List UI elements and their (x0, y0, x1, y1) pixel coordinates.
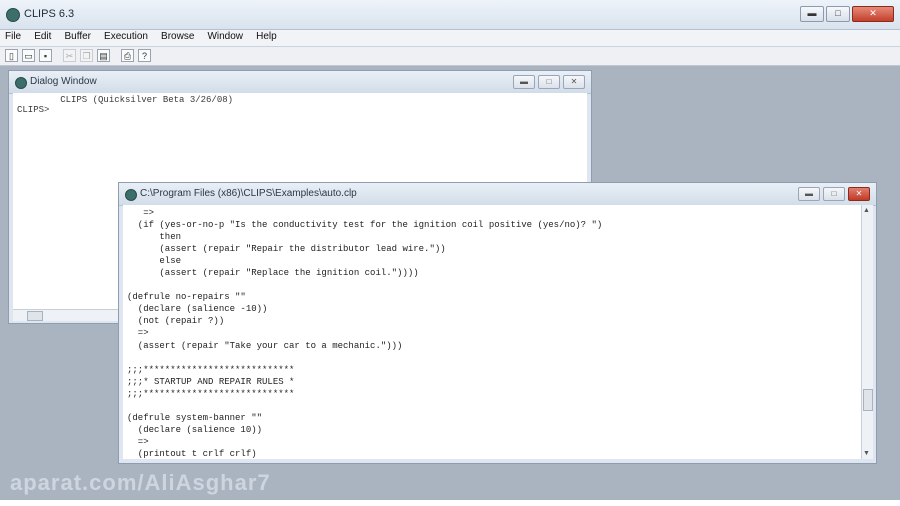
clips-app-window: CLIPS 6.3 ▬ □ ✕ File Edit Buffer Executi… (0, 0, 900, 500)
menu-edit[interactable]: Edit (29, 30, 56, 42)
dialog-title: Dialog Window (30, 76, 97, 87)
watermark: aparat.com/AliAsghar7 (10, 470, 271, 495)
scroll-down-arrow-icon[interactable]: ▼ (863, 450, 870, 457)
menu-window[interactable]: Window (202, 30, 248, 42)
paste-icon[interactable]: ▤ (97, 49, 110, 62)
editor-minimize-button[interactable]: ▬ (798, 187, 820, 201)
dialog-window-controls: ▬ □ ✕ (513, 75, 585, 89)
scrollbar-thumb[interactable] (863, 389, 873, 411)
menu-file[interactable]: File (0, 30, 26, 42)
menu-browse[interactable]: Browse (156, 30, 199, 42)
menubar: File Edit Buffer Execution Browse Window… (0, 30, 900, 46)
clips-logo-icon (125, 189, 137, 201)
cut-icon[interactable]: ✂ (63, 49, 76, 62)
print-icon[interactable]: ⎙ (121, 49, 134, 62)
editor-window-controls: ▬ □ ✕ (798, 187, 870, 201)
editor-code-text[interactable]: => (if (yes-or-no-p "Is the conductivity… (123, 205, 862, 459)
copy-icon[interactable]: ❐ (80, 49, 93, 62)
app-window-controls: ▬ □ ✕ (800, 6, 894, 22)
clips-logo-icon (15, 77, 27, 89)
help-icon[interactable]: ? (138, 49, 151, 62)
dialog-close-button[interactable]: ✕ (563, 75, 585, 89)
menu-help[interactable]: Help (251, 30, 282, 42)
new-file-icon[interactable]: ▯ (5, 49, 18, 62)
minimize-button[interactable]: ▬ (800, 6, 824, 22)
scroll-up-arrow-icon[interactable]: ▲ (863, 207, 870, 214)
scrollbar-thumb[interactable] (27, 311, 43, 321)
save-icon[interactable]: ▪ (39, 49, 52, 62)
editor-vertical-scrollbar[interactable]: ▲ ▼ (861, 205, 873, 459)
dialog-titlebar[interactable]: Dialog Window ▬ □ ✕ (9, 71, 591, 94)
editor-file-path: C:\Program Files (x86)\CLIPS\Examples\au… (140, 188, 357, 199)
dialog-minimize-button[interactable]: ▬ (513, 75, 535, 89)
open-folder-icon[interactable]: ▭ (22, 49, 35, 62)
menu-buffer[interactable]: Buffer (59, 30, 96, 42)
toolbar: ▯ ▭ ▪ ✂ ❐ ▤ ⎙ ? (0, 47, 900, 66)
app-title: CLIPS 6.3 (24, 8, 75, 20)
dialog-maximize-button[interactable]: □ (538, 75, 560, 89)
editor-maximize-button[interactable]: □ (823, 187, 845, 201)
close-button[interactable]: ✕ (852, 6, 894, 22)
editor-titlebar[interactable]: C:\Program Files (x86)\CLIPS\Examples\au… (119, 183, 876, 206)
editor-window: C:\Program Files (x86)\CLIPS\Examples\au… (118, 182, 877, 464)
app-titlebar[interactable]: CLIPS 6.3 ▬ □ ✕ (0, 0, 900, 30)
clips-logo-icon (6, 8, 20, 22)
menu-execution[interactable]: Execution (99, 30, 153, 42)
maximize-button[interactable]: □ (826, 6, 850, 22)
editor-close-button[interactable]: ✕ (848, 187, 870, 201)
